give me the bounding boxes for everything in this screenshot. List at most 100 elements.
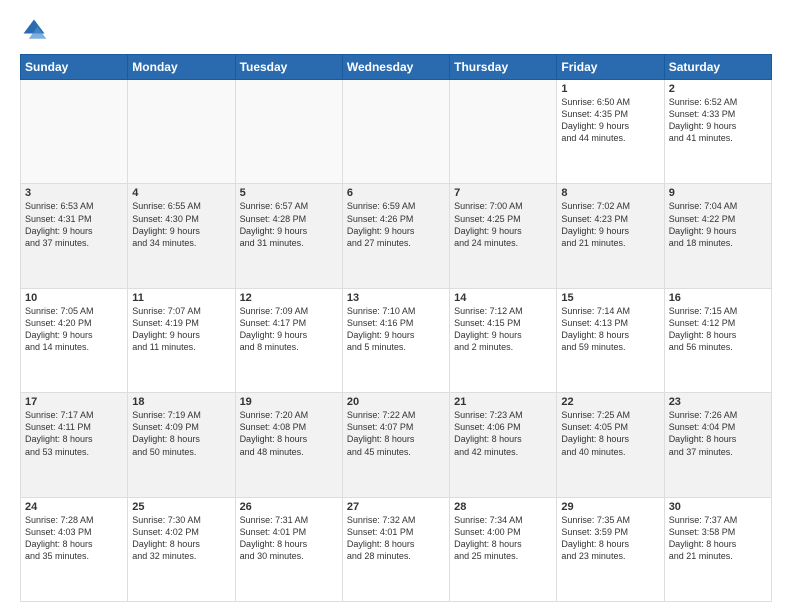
day-number: 23 [669,396,767,408]
day-number: 29 [561,501,659,513]
day-info: Sunrise: 6:55 AM Sunset: 4:30 PM Dayligh… [132,200,230,249]
day-info: Sunrise: 6:52 AM Sunset: 4:33 PM Dayligh… [669,96,767,145]
calendar-header-thursday: Thursday [450,55,557,80]
day-number: 5 [240,187,338,199]
day-number: 14 [454,292,552,304]
calendar-cell: 5Sunrise: 6:57 AM Sunset: 4:28 PM Daylig… [235,184,342,288]
day-info: Sunrise: 7:05 AM Sunset: 4:20 PM Dayligh… [25,305,123,354]
calendar-header-tuesday: Tuesday [235,55,342,80]
calendar-cell: 9Sunrise: 7:04 AM Sunset: 4:22 PM Daylig… [664,184,771,288]
calendar-cell: 18Sunrise: 7:19 AM Sunset: 4:09 PM Dayli… [128,393,235,497]
calendar-cell: 22Sunrise: 7:25 AM Sunset: 4:05 PM Dayli… [557,393,664,497]
day-number: 2 [669,83,767,95]
calendar-cell [450,80,557,184]
calendar-header-saturday: Saturday [664,55,771,80]
calendar-cell: 23Sunrise: 7:26 AM Sunset: 4:04 PM Dayli… [664,393,771,497]
page: SundayMondayTuesdayWednesdayThursdayFrid… [0,0,792,612]
day-info: Sunrise: 7:37 AM Sunset: 3:58 PM Dayligh… [669,514,767,563]
day-number: 4 [132,187,230,199]
calendar-cell: 19Sunrise: 7:20 AM Sunset: 4:08 PM Dayli… [235,393,342,497]
day-number: 25 [132,501,230,513]
calendar-cell: 26Sunrise: 7:31 AM Sunset: 4:01 PM Dayli… [235,497,342,601]
day-info: Sunrise: 6:59 AM Sunset: 4:26 PM Dayligh… [347,200,445,249]
day-number: 18 [132,396,230,408]
day-number: 22 [561,396,659,408]
day-info: Sunrise: 7:02 AM Sunset: 4:23 PM Dayligh… [561,200,659,249]
calendar-cell [128,80,235,184]
calendar-cell: 2Sunrise: 6:52 AM Sunset: 4:33 PM Daylig… [664,80,771,184]
calendar-cell: 11Sunrise: 7:07 AM Sunset: 4:19 PM Dayli… [128,288,235,392]
calendar-week-3: 10Sunrise: 7:05 AM Sunset: 4:20 PM Dayli… [21,288,772,392]
logo [20,16,52,44]
calendar-header-row: SundayMondayTuesdayWednesdayThursdayFrid… [21,55,772,80]
calendar-cell: 8Sunrise: 7:02 AM Sunset: 4:23 PM Daylig… [557,184,664,288]
calendar-cell: 16Sunrise: 7:15 AM Sunset: 4:12 PM Dayli… [664,288,771,392]
calendar-cell: 4Sunrise: 6:55 AM Sunset: 4:30 PM Daylig… [128,184,235,288]
day-info: Sunrise: 7:34 AM Sunset: 4:00 PM Dayligh… [454,514,552,563]
day-number: 1 [561,83,659,95]
day-number: 27 [347,501,445,513]
calendar-cell: 21Sunrise: 7:23 AM Sunset: 4:06 PM Dayli… [450,393,557,497]
day-number: 3 [25,187,123,199]
day-number: 7 [454,187,552,199]
day-number: 28 [454,501,552,513]
day-info: Sunrise: 7:20 AM Sunset: 4:08 PM Dayligh… [240,409,338,458]
day-info: Sunrise: 7:32 AM Sunset: 4:01 PM Dayligh… [347,514,445,563]
calendar-cell: 27Sunrise: 7:32 AM Sunset: 4:01 PM Dayli… [342,497,449,601]
calendar-cell: 25Sunrise: 7:30 AM Sunset: 4:02 PM Dayli… [128,497,235,601]
day-info: Sunrise: 7:25 AM Sunset: 4:05 PM Dayligh… [561,409,659,458]
day-info: Sunrise: 7:22 AM Sunset: 4:07 PM Dayligh… [347,409,445,458]
day-number: 10 [25,292,123,304]
day-info: Sunrise: 7:26 AM Sunset: 4:04 PM Dayligh… [669,409,767,458]
calendar-week-4: 17Sunrise: 7:17 AM Sunset: 4:11 PM Dayli… [21,393,772,497]
calendar-cell: 30Sunrise: 7:37 AM Sunset: 3:58 PM Dayli… [664,497,771,601]
calendar-week-5: 24Sunrise: 7:28 AM Sunset: 4:03 PM Dayli… [21,497,772,601]
calendar-header-monday: Monday [128,55,235,80]
calendar-cell: 20Sunrise: 7:22 AM Sunset: 4:07 PM Dayli… [342,393,449,497]
calendar-cell: 28Sunrise: 7:34 AM Sunset: 4:00 PM Dayli… [450,497,557,601]
day-info: Sunrise: 6:57 AM Sunset: 4:28 PM Dayligh… [240,200,338,249]
day-number: 13 [347,292,445,304]
header [20,16,772,44]
day-number: 6 [347,187,445,199]
day-info: Sunrise: 7:10 AM Sunset: 4:16 PM Dayligh… [347,305,445,354]
calendar-cell [21,80,128,184]
day-number: 8 [561,187,659,199]
calendar-week-2: 3Sunrise: 6:53 AM Sunset: 4:31 PM Daylig… [21,184,772,288]
day-info: Sunrise: 7:23 AM Sunset: 4:06 PM Dayligh… [454,409,552,458]
day-info: Sunrise: 7:30 AM Sunset: 4:02 PM Dayligh… [132,514,230,563]
calendar-cell: 15Sunrise: 7:14 AM Sunset: 4:13 PM Dayli… [557,288,664,392]
calendar-cell: 1Sunrise: 6:50 AM Sunset: 4:35 PM Daylig… [557,80,664,184]
day-info: Sunrise: 7:19 AM Sunset: 4:09 PM Dayligh… [132,409,230,458]
calendar-week-1: 1Sunrise: 6:50 AM Sunset: 4:35 PM Daylig… [21,80,772,184]
day-number: 26 [240,501,338,513]
day-info: Sunrise: 7:04 AM Sunset: 4:22 PM Dayligh… [669,200,767,249]
day-info: Sunrise: 7:14 AM Sunset: 4:13 PM Dayligh… [561,305,659,354]
calendar-cell: 7Sunrise: 7:00 AM Sunset: 4:25 PM Daylig… [450,184,557,288]
day-number: 20 [347,396,445,408]
day-info: Sunrise: 6:50 AM Sunset: 4:35 PM Dayligh… [561,96,659,145]
day-info: Sunrise: 7:07 AM Sunset: 4:19 PM Dayligh… [132,305,230,354]
day-info: Sunrise: 7:35 AM Sunset: 3:59 PM Dayligh… [561,514,659,563]
calendar-cell: 10Sunrise: 7:05 AM Sunset: 4:20 PM Dayli… [21,288,128,392]
day-number: 12 [240,292,338,304]
day-number: 17 [25,396,123,408]
day-info: Sunrise: 7:31 AM Sunset: 4:01 PM Dayligh… [240,514,338,563]
day-info: Sunrise: 7:15 AM Sunset: 4:12 PM Dayligh… [669,305,767,354]
day-number: 15 [561,292,659,304]
day-number: 11 [132,292,230,304]
calendar-cell: 6Sunrise: 6:59 AM Sunset: 4:26 PM Daylig… [342,184,449,288]
calendar-cell: 17Sunrise: 7:17 AM Sunset: 4:11 PM Dayli… [21,393,128,497]
calendar-cell: 24Sunrise: 7:28 AM Sunset: 4:03 PM Dayli… [21,497,128,601]
calendar-cell: 14Sunrise: 7:12 AM Sunset: 4:15 PM Dayli… [450,288,557,392]
day-number: 19 [240,396,338,408]
calendar-header-wednesday: Wednesday [342,55,449,80]
day-info: Sunrise: 7:12 AM Sunset: 4:15 PM Dayligh… [454,305,552,354]
day-info: Sunrise: 7:00 AM Sunset: 4:25 PM Dayligh… [454,200,552,249]
day-number: 16 [669,292,767,304]
calendar-cell: 3Sunrise: 6:53 AM Sunset: 4:31 PM Daylig… [21,184,128,288]
day-number: 9 [669,187,767,199]
calendar-table: SundayMondayTuesdayWednesdayThursdayFrid… [20,54,772,602]
calendar-header-friday: Friday [557,55,664,80]
logo-icon [20,16,48,44]
